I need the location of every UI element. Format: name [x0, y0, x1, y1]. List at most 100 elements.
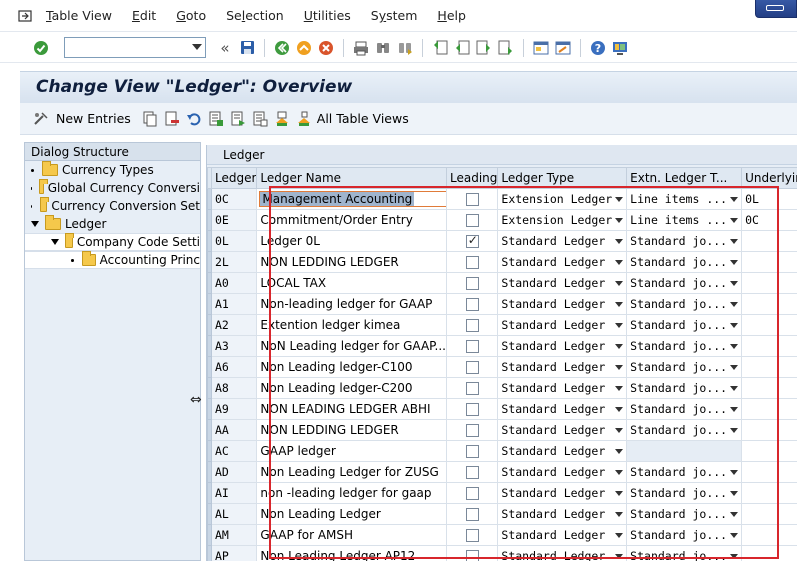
dropdown-arrow-icon[interactable]: [730, 302, 739, 307]
cell-extn-ledger-type[interactable]: Standard jo...: [626, 335, 743, 357]
cell-ledger-name[interactable]: Management Accounting: [256, 188, 447, 210]
dropdown-arrow-icon[interactable]: [730, 365, 739, 370]
dropdown-arrow-icon[interactable]: [615, 407, 624, 412]
previous-page-icon[interactable]: [453, 39, 471, 57]
cell-ledger-type[interactable]: Standard Ledger: [497, 440, 628, 462]
dropdown-arrow-icon[interactable]: [615, 239, 624, 244]
cell-ledger-type[interactable]: Standard Ledger: [497, 398, 628, 420]
leading-checkbox[interactable]: [465, 233, 479, 248]
cell-extn-ledger-type[interactable]: Standard jo...: [626, 398, 743, 420]
cell-extn-ledger-type[interactable]: Standard jo...: [626, 461, 743, 483]
menu-utilities[interactable]: Utilities: [304, 8, 351, 23]
cell-ledger-type[interactable]: Standard Ledger: [497, 293, 628, 315]
cell-extn-ledger-type[interactable]: Line items ...: [626, 188, 743, 210]
cell-ledger-type[interactable]: Standard Ledger: [497, 356, 628, 378]
cell-extn-ledger-type[interactable]: Standard jo...: [626, 482, 743, 504]
find-icon[interactable]: [374, 39, 392, 57]
find-next-icon[interactable]: [396, 39, 414, 57]
command-field[interactable]: [64, 37, 206, 58]
save-icon[interactable]: [238, 39, 256, 57]
column-header-ledger-name[interactable]: Ledger Name: [256, 167, 447, 189]
delete-icon[interactable]: [163, 110, 181, 128]
cell-underlying[interactable]: [741, 293, 797, 315]
dropdown-arrow-icon[interactable]: [615, 302, 624, 307]
dropdown-arrow-icon[interactable]: [730, 344, 739, 349]
cell-extn-ledger-type[interactable]: Standard jo...: [626, 230, 743, 252]
all-table-views-button[interactable]: All Table Views: [317, 111, 409, 126]
cell-underlying[interactable]: [741, 398, 797, 420]
print-field-icon[interactable]: [273, 110, 291, 128]
cell-ledger-name[interactable]: non -leading ledger for gaap: [256, 482, 447, 504]
cell-underlying[interactable]: [741, 461, 797, 483]
cell-ledger-type[interactable]: Standard Ledger: [497, 251, 628, 273]
cell-extn-ledger-type[interactable]: Standard jo...: [626, 272, 743, 294]
cell-ledger-name[interactable]: NON LEDDING LEDGER: [256, 251, 447, 273]
collapse-icon[interactable]: «: [216, 39, 234, 57]
dropdown-arrow-icon[interactable]: [615, 323, 624, 328]
dropdown-arrow-icon[interactable]: [730, 533, 739, 538]
column-header-extn-ledger-type[interactable]: Extn. Ledger T...: [626, 167, 743, 189]
dropdown-arrow-icon[interactable]: [730, 554, 739, 559]
leading-checkbox[interactable]: [465, 529, 479, 542]
cell-ledger-name[interactable]: Commitment/Order Entry: [256, 209, 447, 231]
tree-item[interactable]: Company Code Setti: [25, 233, 200, 251]
cell-extn-ledger-type[interactable]: Standard jo...: [626, 503, 743, 525]
dropdown-arrow-icon[interactable]: [730, 323, 739, 328]
cell-ledger-name[interactable]: Extention ledger kimea: [256, 314, 447, 336]
cell-underlying[interactable]: [741, 314, 797, 336]
window-minimize-button[interactable]: [755, 0, 797, 18]
dropdown-arrow-icon[interactable]: [730, 260, 739, 265]
dropdown-arrow-icon[interactable]: [615, 281, 624, 286]
cell-extn-ledger-type[interactable]: Standard jo...: [626, 356, 743, 378]
leading-checkbox[interactable]: [465, 298, 479, 311]
cell-underlying[interactable]: 0C: [741, 209, 797, 231]
dropdown-arrow-icon[interactable]: [730, 197, 739, 202]
tree-item[interactable]: Global Currency Conversi: [25, 179, 200, 197]
dropdown-arrow-icon[interactable]: [615, 470, 624, 475]
column-header-ledger[interactable]: Ledger: [210, 167, 258, 189]
select-all-icon[interactable]: [207, 110, 225, 128]
enter-icon[interactable]: [32, 39, 50, 57]
dropdown-arrow-icon[interactable]: [730, 386, 739, 391]
leading-checkbox[interactable]: [465, 256, 479, 269]
dropdown-arrow-icon[interactable]: [615, 428, 624, 433]
menu-help[interactable]: Help: [437, 8, 466, 23]
cell-ledger-type[interactable]: Standard Ledger: [497, 545, 628, 561]
cell-ledger-name[interactable]: Non-leading ledger for GAAP: [256, 293, 447, 315]
menu-selection[interactable]: Selection: [226, 8, 284, 23]
leading-checkbox[interactable]: [465, 403, 479, 416]
cell-underlying[interactable]: [741, 419, 797, 441]
cell-ledger-name[interactable]: LOCAL TAX: [256, 272, 447, 294]
cell-underlying[interactable]: [741, 356, 797, 378]
leading-checkbox[interactable]: [465, 193, 479, 206]
cancel-icon[interactable]: [317, 39, 335, 57]
dropdown-arrow-icon[interactable]: [730, 239, 739, 244]
cell-ledger-type[interactable]: Standard Ledger: [497, 272, 628, 294]
menu-options-icon[interactable]: [18, 9, 34, 23]
cell-extn-ledger-type[interactable]: Standard jo...: [626, 377, 743, 399]
dropdown-arrow-icon[interactable]: [615, 386, 624, 391]
first-page-icon[interactable]: [431, 39, 449, 57]
tree-item[interactable]: Accounting Princ: [25, 251, 200, 269]
dropdown-arrow-icon[interactable]: [730, 470, 739, 475]
dropdown-arrow-icon[interactable]: [615, 197, 624, 202]
cell-ledger-type[interactable]: Standard Ledger: [497, 461, 628, 483]
cell-ledger-type[interactable]: Standard Ledger: [497, 524, 628, 546]
cell-extn-ledger-type[interactable]: Line items ...: [626, 209, 743, 231]
leading-checkbox[interactable]: [465, 550, 479, 561]
leading-checkbox[interactable]: [465, 361, 479, 374]
leading-checkbox[interactable]: [465, 277, 479, 290]
cell-ledger-type[interactable]: Standard Ledger: [497, 419, 628, 441]
copy-as-icon[interactable]: [141, 110, 159, 128]
exit-icon[interactable]: [295, 39, 313, 57]
menu-goto[interactable]: Goto: [176, 8, 206, 23]
dropdown-arrow-icon[interactable]: [615, 449, 624, 454]
leading-checkbox[interactable]: [465, 424, 479, 437]
cell-extn-ledger-type[interactable]: Standard jo...: [626, 419, 743, 441]
dropdown-arrow-icon[interactable]: [615, 491, 624, 496]
undo-change-icon[interactable]: [185, 110, 203, 128]
tree-item[interactable]: Ledger: [25, 215, 200, 233]
deselect-all-icon[interactable]: [251, 110, 269, 128]
cell-ledger-name[interactable]: GAAP ledger: [256, 440, 447, 462]
tree-item[interactable]: Currency Conversion Set: [25, 197, 200, 215]
